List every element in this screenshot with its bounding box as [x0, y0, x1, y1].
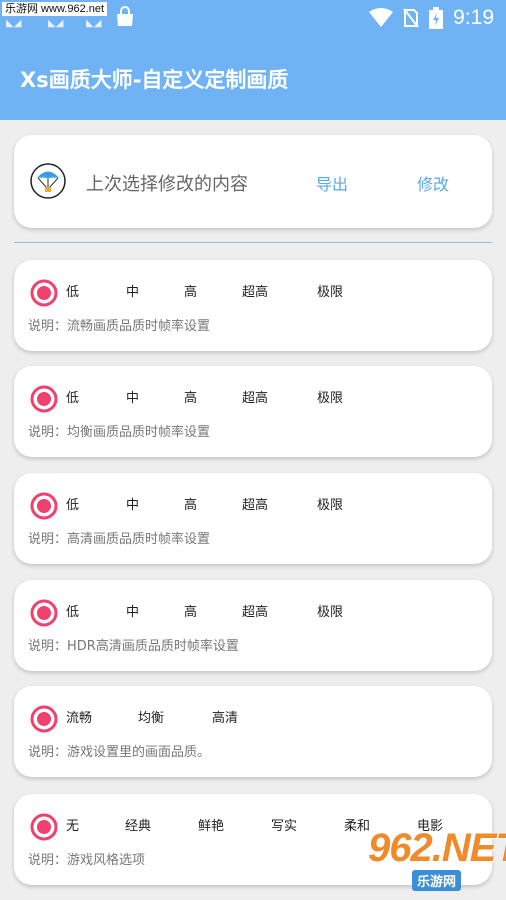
option-medium[interactable]: 中 [126, 281, 139, 300]
option-low[interactable]: 低 [66, 601, 79, 620]
parachute-icon [30, 163, 66, 199]
watermark-logo-text: 962.NET [368, 826, 506, 870]
app-bar: Xs画质大师-自定义定制画质 [0, 36, 506, 120]
status-bar: 乐游网 www.962.net ◣◢ ◣◢ ◣◢ 9:19 [0, 0, 506, 36]
option-medium[interactable]: 中 [126, 494, 139, 513]
option-realistic[interactable]: 写实 [271, 815, 297, 834]
ride-icon: ◣◢ [48, 18, 64, 29]
radio-selected-icon[interactable] [29, 812, 59, 842]
setting-card-hdr-fps: 低 中 高 超高 极限 说明：HDR高清画质品质时帧率设置 [14, 580, 492, 671]
option-extreme[interactable]: 极限 [317, 387, 343, 406]
divider [14, 242, 492, 243]
bag-icon [117, 6, 133, 26]
option-ultra[interactable]: 超高 [242, 601, 268, 620]
option-smooth[interactable]: 流畅 [66, 707, 92, 726]
option-low[interactable]: 低 [66, 494, 79, 513]
last-choice-label: 上次选择修改的内容 [86, 174, 248, 195]
option-none[interactable]: 无 [66, 815, 79, 834]
option-extreme[interactable]: 极限 [317, 494, 343, 513]
option-high[interactable]: 高 [184, 494, 197, 513]
option-high[interactable]: 高 [184, 281, 197, 300]
last-choice-card: 上次选择修改的内容 导出 修改 [14, 135, 492, 228]
option-balanced[interactable]: 均衡 [138, 707, 164, 726]
setting-card-balanced-fps: 低 中 高 超高 极限 说明：均衡画质品质时帧率设置 [14, 366, 492, 457]
option-low[interactable]: 低 [66, 387, 79, 406]
setting-description: 说明：高清画质品质时帧率设置 [28, 532, 211, 547]
option-vivid[interactable]: 鲜艳 [198, 815, 224, 834]
watermark-sub-text: 乐游网 [412, 870, 462, 891]
option-ultra[interactable]: 超高 [242, 281, 268, 300]
option-extreme[interactable]: 极限 [317, 281, 343, 300]
setting-card-quality: 流畅 均衡 高清 说明：游戏设置里的画面品质。 [14, 686, 492, 777]
radio-selected-icon[interactable] [29, 491, 59, 521]
export-button[interactable]: 导出 [316, 171, 348, 195]
setting-card-hd-fps: 低 中 高 超高 极限 说明：高清画质品质时帧率设置 [14, 473, 492, 564]
no-sim-icon [403, 8, 419, 28]
option-ultra[interactable]: 超高 [242, 494, 268, 513]
option-low[interactable]: 低 [66, 281, 79, 300]
option-medium[interactable]: 中 [126, 387, 139, 406]
watermark-logo: 962.NET 乐游网 [368, 826, 506, 894]
setting-description: 说明：游戏设置里的画面品质。 [28, 745, 211, 760]
option-soft[interactable]: 柔和 [344, 815, 370, 834]
radio-selected-icon[interactable] [29, 384, 59, 414]
option-ultra[interactable]: 超高 [242, 387, 268, 406]
option-medium[interactable]: 中 [126, 601, 139, 620]
option-classic[interactable]: 经典 [125, 815, 151, 834]
option-high[interactable]: 高 [184, 601, 197, 620]
setting-card-fluent-fps: 低 中 高 超高 极限 说明：流畅画质品质时帧率设置 [14, 260, 492, 351]
radio-selected-icon[interactable] [29, 704, 59, 734]
ride-icon: ◣◢ [86, 18, 102, 29]
modify-button[interactable]: 修改 [417, 171, 449, 195]
radio-selected-icon[interactable] [29, 278, 59, 308]
option-high[interactable]: 高 [184, 387, 197, 406]
setting-description: 说明：HDR高清画质品质时帧率设置 [28, 639, 239, 654]
option-hd[interactable]: 高清 [212, 707, 238, 726]
wifi-icon [369, 8, 394, 27]
option-extreme[interactable]: 极限 [317, 601, 343, 620]
watermark-top: 乐游网 www.962.net [2, 2, 108, 16]
setting-description: 说明：均衡画质品质时帧率设置 [28, 425, 211, 440]
setting-description: 说明：流畅画质品质时帧率设置 [28, 319, 211, 334]
setting-description: 说明：游戏风格选项 [28, 853, 146, 868]
radio-selected-icon[interactable] [29, 598, 59, 628]
ride-icon: ◣◢ [6, 18, 22, 29]
clock: 9:19 [453, 6, 494, 29]
page-title: Xs画质大师-自定义定制画质 [20, 68, 289, 92]
battery-charging-icon [429, 7, 444, 29]
